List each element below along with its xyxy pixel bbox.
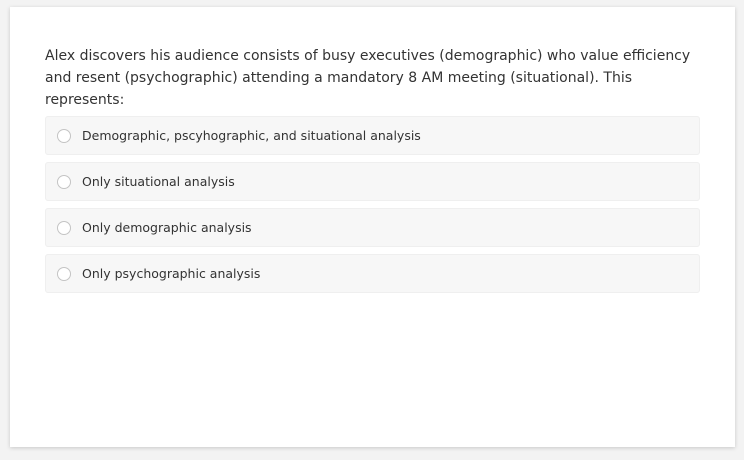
radio-button[interactable]	[57, 220, 71, 235]
answer-options: Demographic, pscyhographic, and situatio…	[45, 116, 700, 300]
option-label: Only situational analysis	[82, 174, 235, 189]
option-demographic-psychographic-situational[interactable]: Demographic, pscyhographic, and situatio…	[45, 116, 700, 155]
radio-button[interactable]	[57, 128, 71, 143]
option-only-psychographic[interactable]: Only psychographic analysis	[45, 254, 700, 293]
question-card: Alex discovers his audience consists of …	[10, 7, 735, 447]
option-only-situational[interactable]: Only situational analysis	[45, 162, 700, 201]
option-label: Demographic, pscyhographic, and situatio…	[82, 128, 421, 143]
option-label: Only demographic analysis	[82, 220, 252, 235]
radio-button[interactable]	[57, 266, 71, 281]
radio-button[interactable]	[57, 174, 71, 189]
option-only-demographic[interactable]: Only demographic analysis	[45, 208, 700, 247]
question-text: Alex discovers his audience consists of …	[45, 48, 691, 108]
option-label: Only psychographic analysis	[82, 266, 261, 281]
